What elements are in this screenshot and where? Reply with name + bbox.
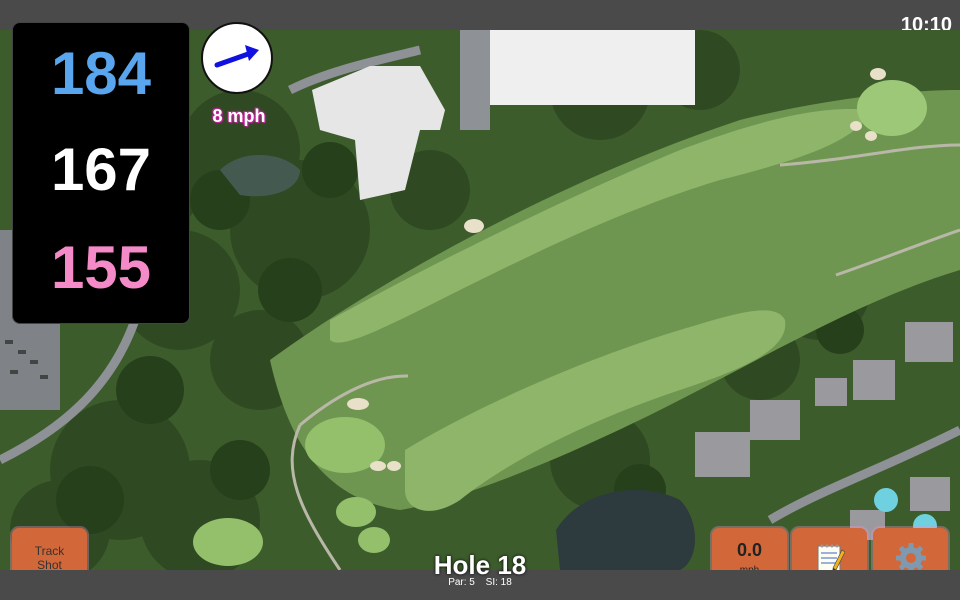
distance-panel: 184 167 155 bbox=[12, 22, 190, 324]
wind-indicator bbox=[201, 22, 273, 94]
wind-speed-label: 8 mph bbox=[212, 106, 266, 126]
middle-distance: 167 bbox=[50, 136, 152, 203]
track-shot-label-line1: Track bbox=[34, 544, 65, 558]
front-distance: 155 bbox=[50, 234, 152, 301]
back-distance: 184 bbox=[50, 40, 152, 107]
hole-info: Par: 5 SI: 18 bbox=[380, 577, 580, 588]
hole-par: Par: 5 bbox=[448, 577, 475, 588]
speed-value: 0.0 bbox=[736, 540, 763, 560]
wind-arrow-icon bbox=[214, 45, 259, 68]
hole-stroke-index: SI: 18 bbox=[485, 577, 512, 588]
